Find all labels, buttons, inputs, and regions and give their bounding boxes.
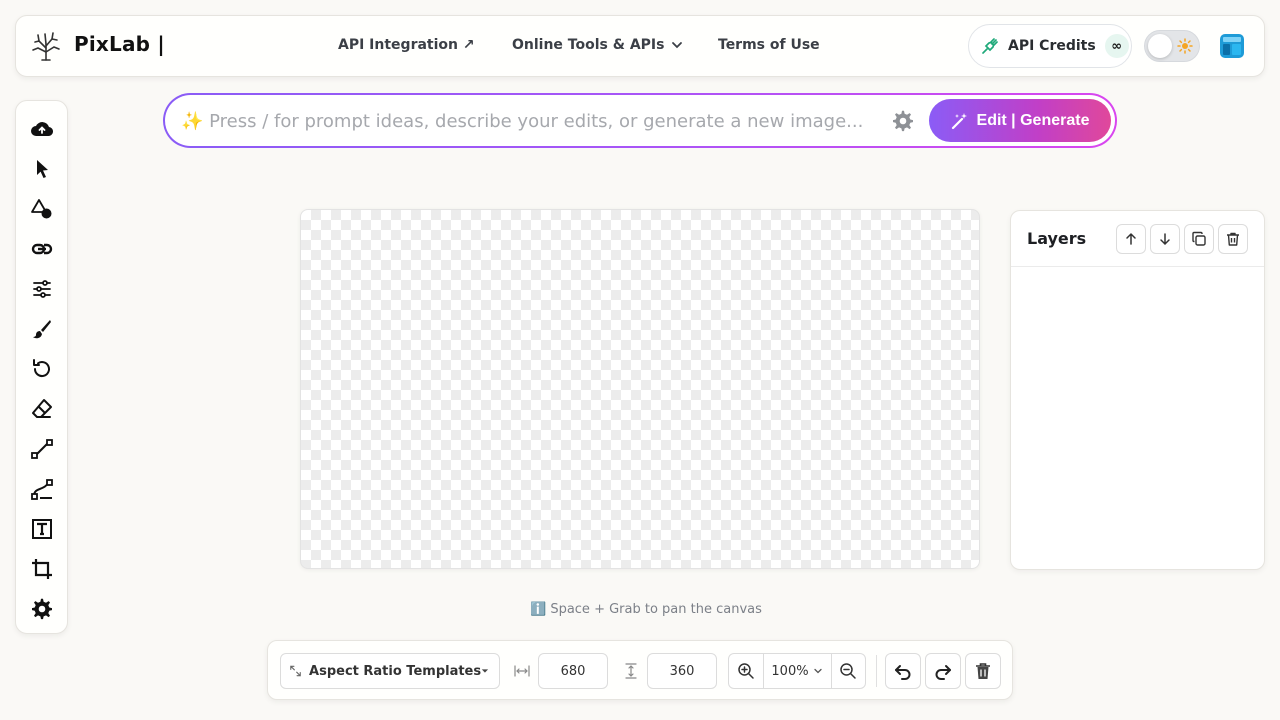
text-tool[interactable] — [30, 517, 54, 541]
text-icon — [32, 519, 52, 539]
zoom-out-button[interactable] — [832, 654, 866, 688]
toolbar-divider — [876, 655, 877, 687]
top-header: PixLab | API Integration ↗ Online Tools … — [15, 15, 1265, 77]
zoom-controls: 100% — [728, 653, 866, 689]
credits-infinity-badge: ∞ — [1104, 34, 1129, 58]
pan-hint-text: ℹ️ Space + Grab to pan the canvas — [530, 602, 762, 617]
nav-online-tools[interactable]: Online Tools & APIs — [512, 37, 684, 53]
api-credits-button[interactable]: API Credits ∞ — [968, 24, 1132, 68]
expand-arrows-icon — [290, 665, 301, 677]
undo-icon — [895, 665, 911, 680]
redo-button[interactable] — [925, 653, 961, 689]
eraser-icon — [32, 399, 52, 418]
layer-delete-button[interactable] — [1218, 224, 1248, 254]
layers-header: Layers — [1011, 211, 1264, 267]
path-pen-icon — [31, 479, 53, 500]
zoom-level-value: 100% — [771, 663, 809, 679]
edit-generate-button[interactable]: Edit | Generate — [929, 99, 1111, 142]
pen-path-tool[interactable] — [30, 477, 54, 501]
trash-icon — [1227, 232, 1239, 246]
caret-down-icon — [481, 669, 489, 673]
crop-icon — [32, 559, 52, 579]
nav-api-integration[interactable]: API Integration ↗ — [338, 37, 475, 53]
arrow-up-icon — [1126, 232, 1136, 245]
layer-move-up-button[interactable] — [1116, 224, 1146, 254]
settings-gear-icon — [32, 598, 52, 620]
layers-title: Layers — [1027, 229, 1087, 248]
line-icon — [31, 439, 53, 459]
zoom-in-icon — [738, 663, 754, 679]
select-pointer-icon — [37, 160, 48, 178]
brand-title[interactable]: PixLab | — [74, 32, 165, 56]
upload-cloud-icon — [31, 122, 54, 137]
layers-panel: Layers — [1010, 210, 1265, 570]
copy-icon — [1192, 231, 1206, 246]
brush-tool[interactable] — [30, 317, 54, 341]
workspace-app-icon[interactable] — [1219, 33, 1245, 59]
shapes-tool[interactable] — [30, 197, 54, 221]
prompt-bar: Edit | Generate — [163, 93, 1117, 148]
history-tool[interactable] — [30, 357, 54, 381]
canvas-height-input[interactable] — [647, 653, 717, 689]
zoom-out-icon — [840, 663, 856, 679]
shapes-icon — [31, 199, 52, 219]
layer-duplicate-button[interactable] — [1184, 224, 1214, 254]
chevron-down-icon — [672, 42, 683, 49]
chevron-down-icon — [813, 668, 822, 674]
link-tool[interactable] — [30, 237, 54, 261]
eraser-tool[interactable] — [30, 397, 54, 421]
magic-wand-icon — [951, 112, 967, 129]
height-arrows-icon — [625, 663, 637, 679]
undo-button[interactable] — [885, 653, 921, 689]
width-arrows-icon — [514, 665, 530, 677]
aspect-ratio-dropdown[interactable]: Aspect Ratio Templates — [280, 653, 500, 689]
edit-generate-label: Edit | Generate — [976, 111, 1090, 129]
api-credits-label: API Credits — [1008, 38, 1096, 54]
adjustments-icon — [33, 280, 51, 298]
theme-toggle[interactable] — [1144, 30, 1200, 62]
sun-icon — [1177, 38, 1193, 54]
settings-tool[interactable] — [30, 597, 54, 621]
zoom-level-select[interactable]: 100% — [762, 654, 832, 688]
pixlab-tree-logo-icon[interactable] — [30, 30, 62, 62]
canvas-width-input[interactable] — [538, 653, 608, 689]
upload-tool[interactable] — [30, 117, 54, 141]
layer-move-down-button[interactable] — [1150, 224, 1180, 254]
nav-online-tools-label: Online Tools & APIs — [512, 37, 665, 53]
trash-icon — [976, 663, 990, 679]
prompt-bar-inner: Edit | Generate — [165, 95, 1115, 146]
zoom-in-button[interactable] — [729, 654, 763, 688]
editor-canvas[interactable] — [300, 209, 980, 569]
toggle-knob — [1148, 34, 1172, 58]
brush-icon — [33, 320, 51, 339]
redo-icon — [935, 665, 951, 680]
prompt-settings-gear-icon[interactable] — [891, 109, 915, 133]
undo-history-icon — [33, 359, 50, 378]
link-icon — [31, 243, 53, 255]
line-tool[interactable] — [30, 437, 54, 461]
plug-icon — [982, 38, 998, 54]
select-tool[interactable] — [30, 157, 54, 181]
left-toolbar — [15, 100, 68, 634]
arrow-down-icon — [1160, 233, 1170, 246]
crop-tool[interactable] — [30, 557, 54, 581]
aspect-ratio-label: Aspect Ratio Templates — [309, 663, 482, 679]
prompt-input[interactable] — [181, 105, 881, 137]
adjustments-tool[interactable] — [30, 277, 54, 301]
bottom-toolbar: Aspect Ratio Templates 100% — [267, 640, 1013, 700]
clear-canvas-button[interactable] — [965, 653, 1001, 689]
nav-terms-of-use[interactable]: Terms of Use — [718, 37, 820, 53]
